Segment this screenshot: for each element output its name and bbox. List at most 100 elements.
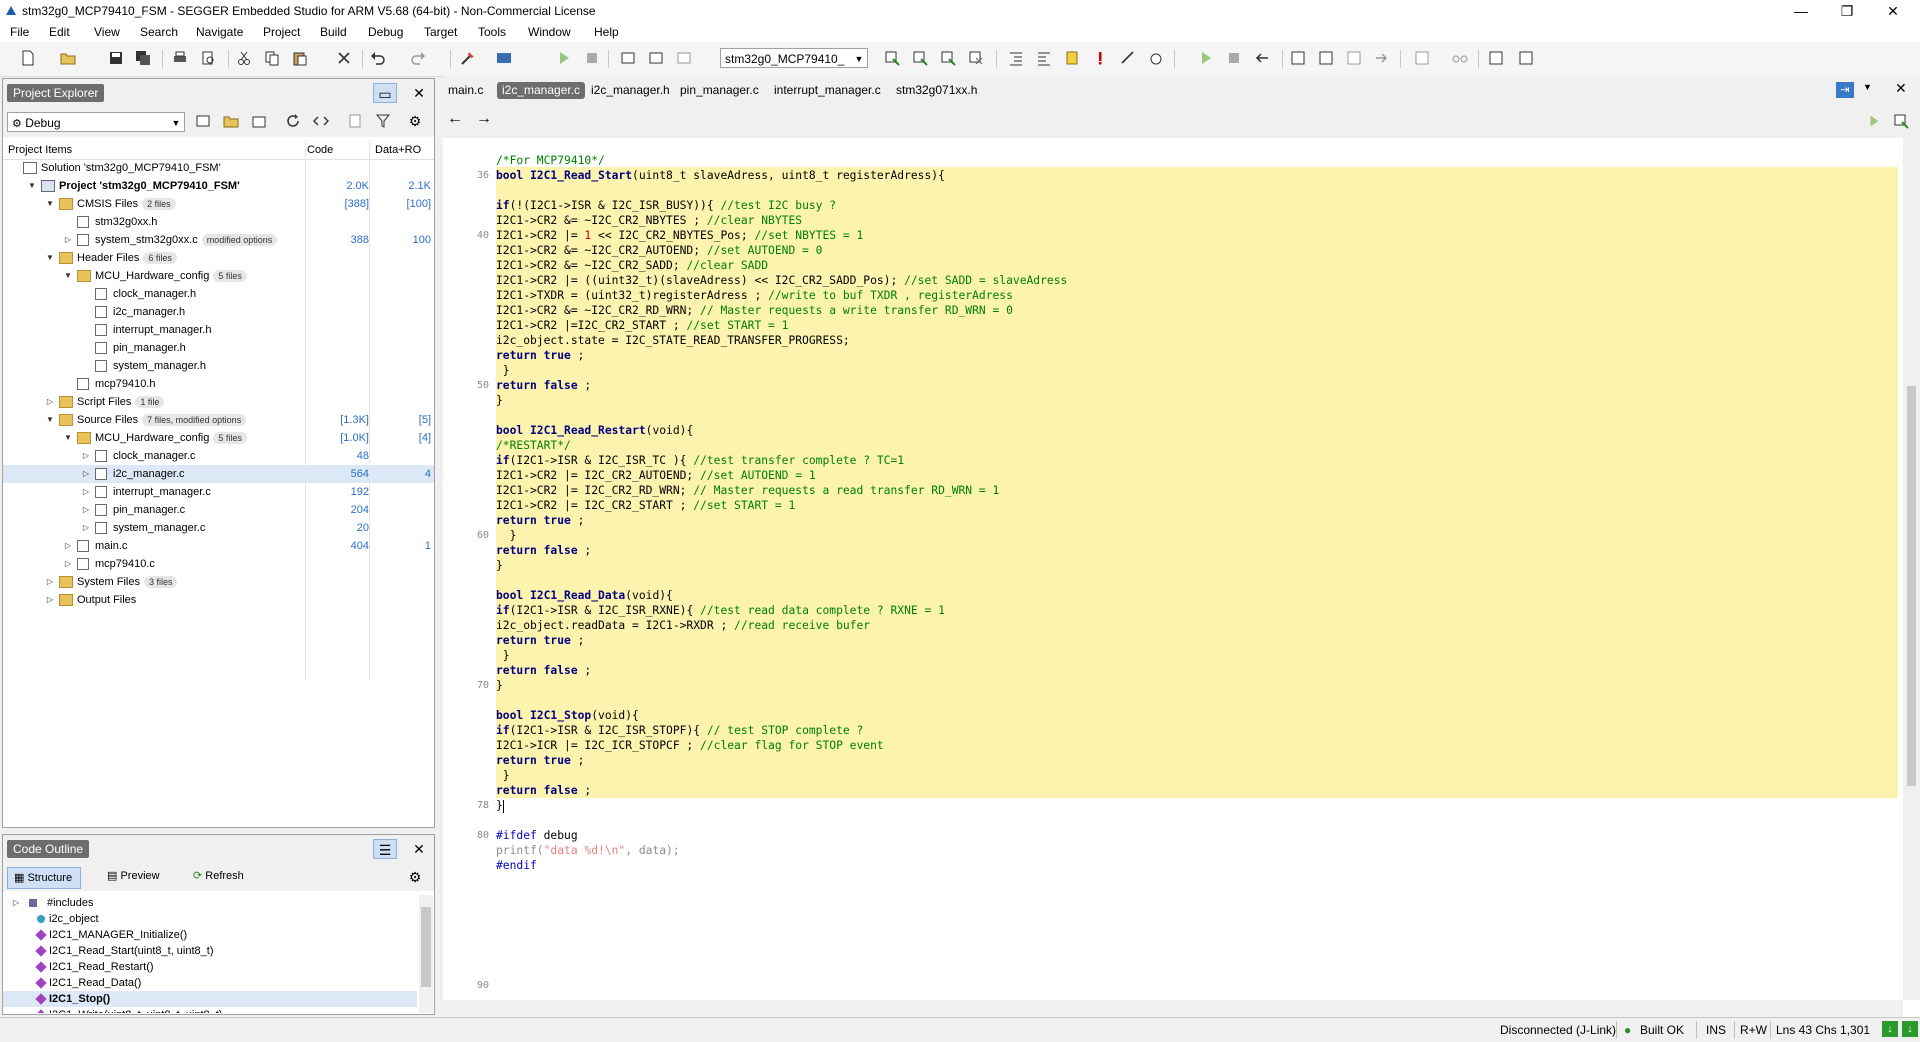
step-into-icon[interactable] (1290, 50, 1306, 66)
start-debug-icon[interactable] (556, 50, 572, 66)
tree-item[interactable]: pin_manager.h (3, 339, 434, 357)
menu-edit[interactable]: Edit (49, 25, 70, 39)
collapse-arrow-icon[interactable]: ▼ (63, 429, 73, 447)
tab-structure[interactable]: ▦ Structure (7, 867, 82, 889)
compile-icon[interactable] (884, 50, 900, 66)
tab-main-c[interactable]: main.c (443, 82, 488, 99)
clean-icon[interactable] (968, 50, 984, 66)
settings-gear-icon[interactable]: ⚙ (403, 867, 427, 887)
scrollbar-thumb[interactable] (1907, 386, 1916, 786)
tree-item[interactable]: ▷ main.c 404 1 (3, 537, 434, 555)
print-preview-icon[interactable] (200, 50, 216, 66)
step-back-icon[interactable] (1254, 50, 1270, 66)
col-code[interactable]: Code (307, 144, 333, 156)
tree-item[interactable]: system_manager.h (3, 357, 434, 375)
expand-arrow-icon[interactable]: ▷ (81, 519, 91, 537)
undo-icon[interactable] (370, 50, 386, 66)
menu-navigate[interactable]: Navigate (196, 25, 243, 39)
menu-file[interactable]: File (10, 25, 29, 39)
run-to-cursor-icon[interactable] (1374, 50, 1390, 66)
tree-item[interactable]: ▼ MCU_Hardware_config 5 files [1.0K] [4] (3, 429, 434, 447)
copy-icon[interactable] (264, 50, 280, 66)
build-project-icon[interactable] (912, 50, 928, 66)
indent-icon[interactable] (1008, 50, 1024, 66)
run-icon[interactable] (1867, 114, 1881, 128)
forward-arrow-icon[interactable]: → (476, 110, 492, 128)
close-tab-icon[interactable]: ✕ (1895, 80, 1907, 97)
menu-tools[interactable]: Tools (478, 25, 506, 39)
add-folder-icon[interactable] (223, 113, 239, 129)
minimize-button[interactable]: — (1778, 0, 1824, 22)
outline-item[interactable]: ▷ #includes (3, 895, 417, 911)
close-panel-icon[interactable]: ✕ (407, 839, 431, 859)
step-over-icon[interactable] (1318, 50, 1334, 66)
project-selector[interactable]: stm32g0_MCP79410_ ▼ (720, 48, 868, 68)
close-panel-icon[interactable]: ✕ (407, 83, 431, 103)
col-project-items[interactable]: Project Items (8, 144, 72, 156)
bookmark-icon[interactable] (620, 50, 636, 66)
outline-item[interactable]: I2C1_Read_Data() (3, 975, 417, 991)
tree-item[interactable]: ▷ System Files 3 files (3, 573, 434, 591)
editor-horizontal-scrollbar[interactable] (443, 1000, 1903, 1017)
tab-list-icon[interactable]: ⇥ (1836, 82, 1854, 98)
build-status[interactable]: Built OK (1640, 1023, 1684, 1037)
tab-i2c-manager-c[interactable]: i2c_manager.c (497, 82, 586, 99)
format-icon[interactable] (1120, 50, 1136, 66)
tree-item[interactable]: mcp79410.h (3, 375, 434, 393)
build-icon[interactable] (460, 50, 476, 66)
outline-view-icon[interactable]: ☰ (373, 839, 397, 859)
comment-icon[interactable] (1064, 50, 1080, 66)
hand-icon[interactable] (1148, 50, 1164, 66)
tree-item[interactable]: ▷ clock_manager.c 48 (3, 447, 434, 465)
memory-icon[interactable] (1488, 50, 1504, 66)
collapse-arrow-icon[interactable]: ▼ (27, 177, 37, 195)
menu-window[interactable]: Window (528, 25, 571, 39)
filter-icon[interactable] (375, 113, 391, 129)
scrollbar-thumb[interactable] (421, 907, 431, 987)
bookmark-next-icon[interactable] (648, 50, 664, 66)
menu-project[interactable]: Project (263, 25, 300, 39)
expand-arrow-icon[interactable]: ▷ (45, 393, 55, 411)
bookmark-prev-icon[interactable] (676, 50, 692, 66)
collapse-arrow-icon[interactable]: ▼ (63, 267, 73, 285)
expand-arrow-icon[interactable]: ▷ (63, 231, 73, 249)
expand-arrow-icon[interactable]: ▷ (81, 483, 91, 501)
alert-icon[interactable] (1092, 50, 1108, 66)
properties-icon[interactable] (347, 113, 363, 129)
expand-arrow-icon[interactable]: ▷ (81, 447, 91, 465)
tree-item[interactable]: i2c_manager.h (3, 303, 434, 321)
outline-item[interactable]: I2C1_Write(uint8_t, uint8_t, uint8_t) (3, 1007, 417, 1013)
print-icon[interactable] (172, 50, 188, 66)
tree-item[interactable]: ▷ system_stm32g0xx.c modified options 388 10… (3, 231, 434, 249)
menu-build[interactable]: Build (320, 25, 347, 39)
windows-icon[interactable] (1518, 50, 1534, 66)
tree-item[interactable]: ▼ CMSIS Files 2 files [388] [100] (3, 195, 434, 213)
outline-item[interactable]: I2C1_Read_Restart() (3, 959, 417, 975)
tree-item[interactable]: ▼ Project 'stm32g0_MCP79410_FSM' 2.0K 2.1K (3, 177, 434, 195)
save-all-icon[interactable] (135, 50, 151, 66)
code-view-icon[interactable] (313, 113, 329, 129)
tree-item[interactable]: ▷ pin_manager.c 204 (3, 501, 434, 519)
outline-item[interactable]: I2C1_MANAGER_Initialize() (3, 927, 417, 943)
collapse-arrow-icon[interactable]: ▼ (45, 249, 55, 267)
new-file-icon[interactable] (20, 50, 36, 66)
settings-gear-icon[interactable]: ⚙ (403, 111, 427, 131)
expand-arrow-icon[interactable]: ▷ (11, 895, 21, 911)
cursor-position[interactable]: Lns 43 Chs 1,301 (1776, 1023, 1870, 1037)
collapse-arrow-icon[interactable]: ▼ (45, 195, 55, 213)
glasses-icon[interactable] (1452, 50, 1468, 66)
tab-interrupt-manager-c[interactable]: interrupt_manager.c (769, 82, 886, 99)
tab-stm32g071xx-h[interactable]: stm32g071xx.h (891, 82, 982, 99)
outdent-icon[interactable] (1036, 50, 1052, 66)
save-icon[interactable] (108, 50, 124, 66)
rebuild-icon[interactable] (940, 50, 956, 66)
read-write-mode[interactable]: R+W (1740, 1023, 1767, 1037)
tree-item[interactable]: ▷ system_manager.c 20 (3, 519, 434, 537)
maximize-button[interactable]: ❐ (1824, 0, 1870, 22)
menu-target[interactable]: Target (424, 25, 457, 39)
tree-item[interactable]: ▼ Header Files 6 files (3, 249, 434, 267)
open-folder-icon[interactable] (60, 50, 76, 66)
new-window-icon[interactable] (195, 113, 211, 129)
maximize-panel-icon[interactable]: ▭ (373, 83, 397, 103)
outline-scrollbar[interactable] (419, 895, 433, 1013)
